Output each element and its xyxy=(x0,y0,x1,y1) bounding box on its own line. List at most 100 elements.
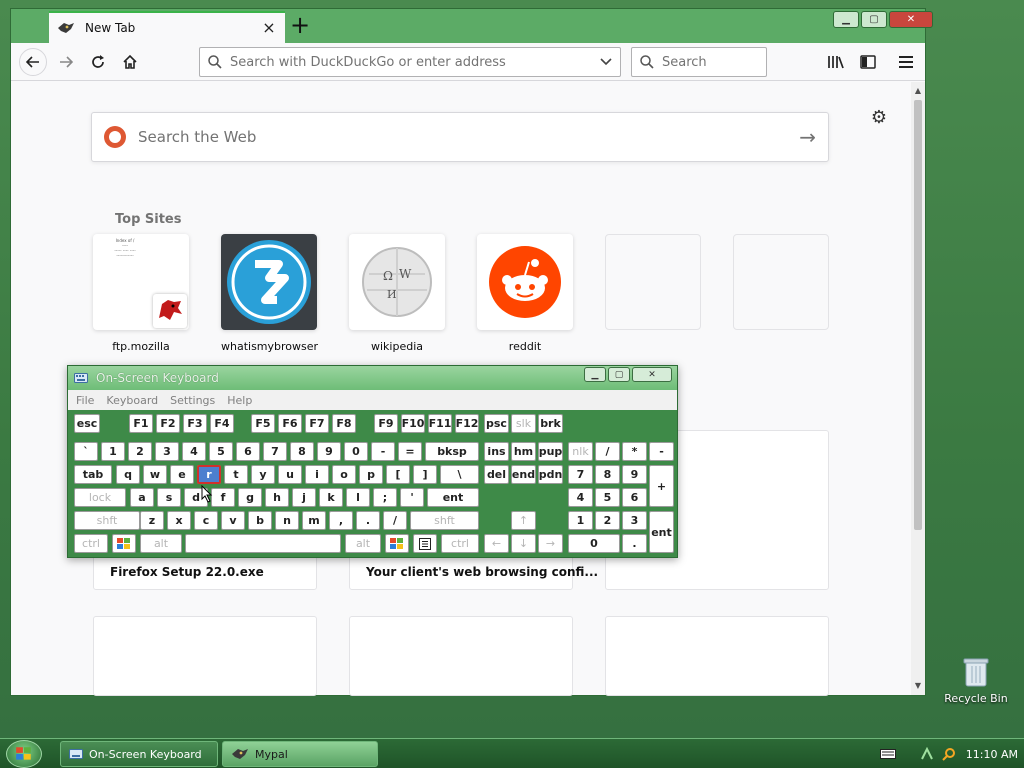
key-4[interactable]: 4 xyxy=(182,442,206,461)
key-num-9[interactable]: 9 xyxy=(622,465,647,484)
key-q[interactable]: q xyxy=(116,465,140,484)
search-bar[interactable]: Search xyxy=(631,47,767,77)
arrow-right-icon[interactable]: → xyxy=(799,125,816,149)
key-num-6[interactable]: 6 xyxy=(622,488,647,507)
keyboard-tray-icon[interactable] xyxy=(879,749,896,759)
key-ins[interactable]: ins xyxy=(484,442,509,461)
tab-new-tab[interactable]: New Tab × xyxy=(49,11,285,43)
key-r[interactable]: r xyxy=(197,465,221,484)
key-i[interactable]: i xyxy=(305,465,329,484)
key-period[interactable]: . xyxy=(356,511,380,530)
key-k[interactable]: k xyxy=(319,488,343,507)
home-button[interactable] xyxy=(117,50,143,74)
key-y[interactable]: y xyxy=(251,465,275,484)
key-f12[interactable]: F12 xyxy=(455,414,479,433)
key-n[interactable]: n xyxy=(275,511,299,530)
key-num-1[interactable]: 1 xyxy=(568,511,593,530)
key-f2[interactable]: F2 xyxy=(156,414,180,433)
key-backslash[interactable]: \ xyxy=(440,465,479,484)
key-f11[interactable]: F11 xyxy=(428,414,452,433)
key-space[interactable] xyxy=(185,534,341,553)
key-num-dot[interactable]: . xyxy=(622,534,647,553)
key-backspace[interactable]: bksp xyxy=(425,442,479,461)
close-button[interactable]: ✕ xyxy=(889,11,933,28)
key-left-bracket[interactable]: [ xyxy=(386,465,410,484)
key-x[interactable]: x xyxy=(167,511,191,530)
menu-help[interactable]: Help xyxy=(227,394,252,407)
key-pup[interactable]: pup xyxy=(538,442,563,461)
key-f6[interactable]: F6 xyxy=(278,414,302,433)
start-button[interactable] xyxy=(6,740,42,768)
key-9[interactable]: 9 xyxy=(317,442,341,461)
key-num-4[interactable]: 4 xyxy=(568,488,593,507)
top-site-tile[interactable]: Index of / ---- ----- ---- ---- -----------… xyxy=(93,234,189,353)
key-semicolon[interactable]: ; xyxy=(373,488,397,507)
key-f5[interactable]: F5 xyxy=(251,414,275,433)
key-f4[interactable]: F4 xyxy=(210,414,234,433)
top-site-tile[interactable]: ΩWИ wikipedia xyxy=(349,234,445,353)
key-j[interactable]: j xyxy=(292,488,316,507)
key-up-arrow[interactable]: ↑ xyxy=(511,511,536,530)
key-num-7[interactable]: 7 xyxy=(568,465,593,484)
key-b[interactable]: b xyxy=(248,511,272,530)
key-grave[interactable]: ` xyxy=(74,442,98,461)
back-button[interactable] xyxy=(19,48,47,76)
taskbar-item-osk[interactable]: On-Screen Keyboard xyxy=(60,741,218,767)
key-6[interactable]: 6 xyxy=(236,442,260,461)
key-slash[interactable]: / xyxy=(383,511,407,530)
key-esc[interactable]: esc xyxy=(74,414,100,433)
scroll-down-arrow-icon[interactable]: ▼ xyxy=(911,679,925,693)
key-l[interactable]: l xyxy=(346,488,370,507)
key-hm[interactable]: hm xyxy=(511,442,536,461)
key-brk[interactable]: brk xyxy=(538,414,563,433)
key-equals[interactable]: = xyxy=(398,442,422,461)
recycle-bin[interactable]: Recycle Bin xyxy=(944,656,1008,705)
key-right-bracket[interactable]: ] xyxy=(413,465,437,484)
key-s[interactable]: s xyxy=(157,488,181,507)
key-num-0[interactable]: 0 xyxy=(568,534,620,553)
maximize-button[interactable]: ▢ xyxy=(861,11,887,28)
key-f10[interactable]: F10 xyxy=(401,414,425,433)
highlight-card[interactable] xyxy=(349,616,573,696)
key-a[interactable]: a xyxy=(130,488,154,507)
url-bar[interactable]: Search with DuckDuckGo or enter address xyxy=(199,47,621,77)
key-num-3[interactable]: 3 xyxy=(622,511,647,530)
key-left-alt[interactable]: alt xyxy=(140,534,182,553)
forward-button[interactable] xyxy=(53,50,79,74)
key-left-windows[interactable] xyxy=(112,534,136,553)
key-del[interactable]: del xyxy=(484,465,509,484)
key-num-plus[interactable]: + xyxy=(649,465,674,507)
key-f1[interactable]: F1 xyxy=(129,414,153,433)
key-c[interactable]: c xyxy=(194,511,218,530)
key-pdn[interactable]: pdn xyxy=(538,465,563,484)
osk-close-button[interactable]: ✕ xyxy=(632,367,672,382)
key-h[interactable]: h xyxy=(265,488,289,507)
key-f[interactable]: f xyxy=(211,488,235,507)
reload-button[interactable] xyxy=(85,50,111,74)
key-right-ctrl[interactable]: ctrl xyxy=(441,534,479,553)
key-g[interactable]: g xyxy=(238,488,262,507)
key-num-star[interactable]: * xyxy=(622,442,647,461)
key-z[interactable]: z xyxy=(140,511,164,530)
key-left-ctrl[interactable]: ctrl xyxy=(74,534,108,553)
highlight-card[interactable] xyxy=(605,616,829,696)
top-site-tile[interactable] xyxy=(733,234,829,340)
key-u[interactable]: u xyxy=(278,465,302,484)
key-right-arrow[interactable]: → xyxy=(538,534,563,553)
key-psc[interactable]: psc xyxy=(484,414,509,433)
key-menu[interactable] xyxy=(413,534,437,553)
top-site-tile[interactable]: reddit xyxy=(477,234,573,353)
key-num-enter[interactable]: ent xyxy=(649,511,674,553)
menu-keyboard[interactable]: Keyboard xyxy=(106,394,158,407)
scroll-up-arrow-icon[interactable]: ▲ xyxy=(911,84,925,98)
key-2[interactable]: 2 xyxy=(128,442,152,461)
top-site-tile[interactable] xyxy=(605,234,701,340)
gear-icon[interactable]: ⚙ xyxy=(869,108,889,128)
key-quote[interactable]: ' xyxy=(400,488,424,507)
key-right-windows[interactable] xyxy=(385,534,409,553)
key-f9[interactable]: F9 xyxy=(374,414,398,433)
scrollbar-thumb[interactable] xyxy=(914,100,922,530)
search-tray-icon[interactable] xyxy=(942,747,956,761)
key-slk[interactable]: slk xyxy=(511,414,536,433)
key-3[interactable]: 3 xyxy=(155,442,179,461)
